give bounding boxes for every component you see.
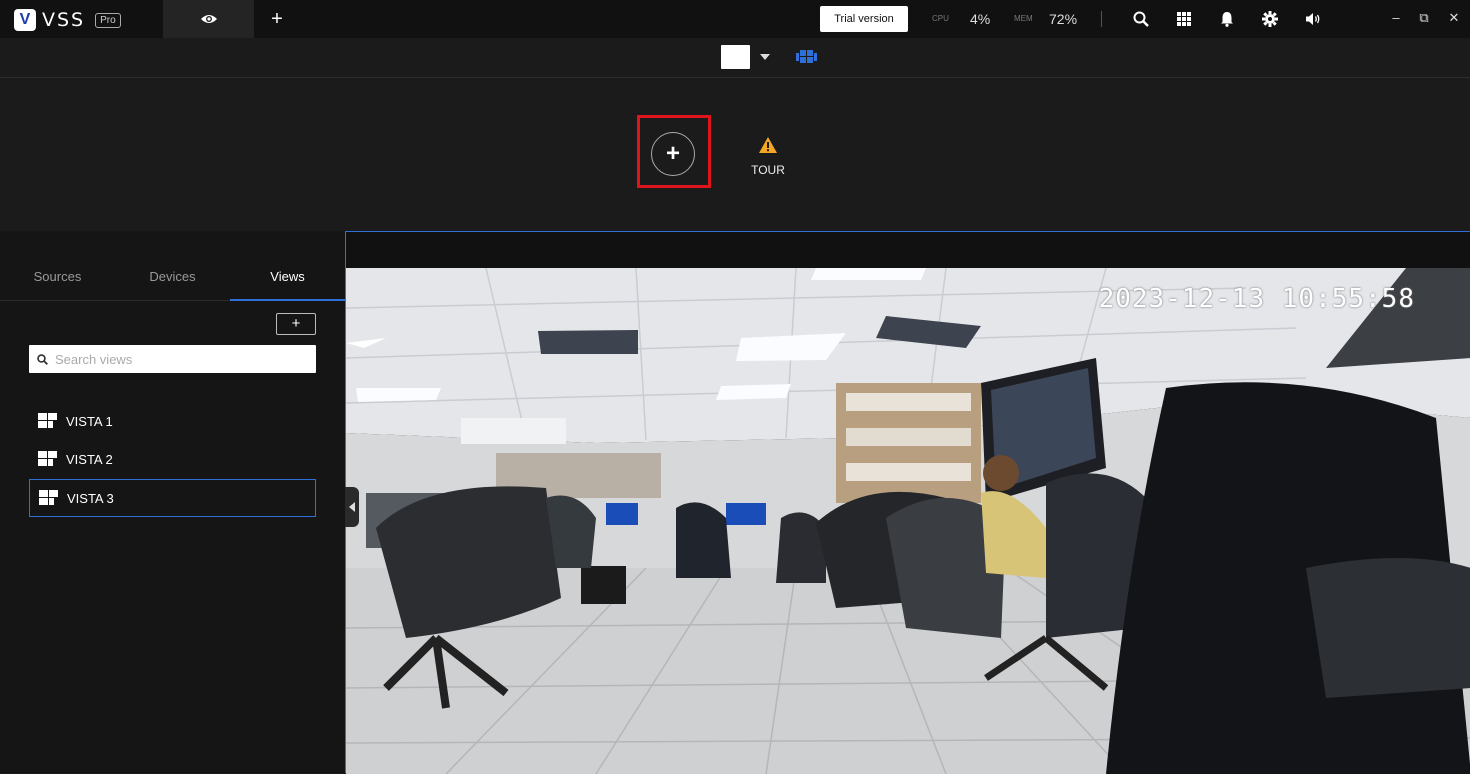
tab-sources[interactable]: Sources (0, 269, 115, 284)
layout-selector[interactable] (721, 45, 750, 69)
vivotek-logo-icon: V (14, 9, 36, 31)
camera-video-feed[interactable]: 2023-12-13 10:55:58 (346, 268, 1470, 774)
warning-icon (759, 137, 777, 153)
active-tab-indicator (230, 299, 345, 301)
tab-views[interactable]: Views (230, 269, 345, 284)
add-view-button[interactable]: + (651, 132, 695, 176)
trial-version-button[interactable]: Trial version (820, 6, 908, 32)
plus-icon: + (665, 140, 680, 167)
eye-icon (200, 15, 217, 23)
camera-tile-header (346, 232, 1470, 268)
mem-value: 72% (1049, 11, 1078, 27)
camera-timestamp: 2023-12-13 10:55:58 (1098, 284, 1415, 314)
view-item-vista-1[interactable]: VISTA 1 (29, 402, 316, 440)
tab-liveview[interactable] (163, 0, 254, 38)
app-logo: V VSS Pro (14, 9, 121, 31)
chevron-left-icon (349, 502, 355, 512)
top-bar: V VSS Pro + Trial version CPU 4% MEM 72% (0, 0, 1470, 38)
view-item-label: VISTA 1 (66, 413, 113, 429)
multi-layout-icon[interactable] (796, 50, 818, 64)
topbar-divider (1101, 11, 1102, 27)
view-layout-icon (39, 490, 58, 505)
tour-button[interactable]: TOUR (746, 136, 790, 177)
mem-label: MEM (1014, 14, 1033, 23)
view-item-vista-2[interactable]: VISTA 2 (29, 440, 316, 478)
cpu-value: 4% (970, 11, 991, 27)
empty-view-area: + TOUR (0, 78, 1470, 231)
search-icon (29, 353, 55, 365)
layout-toolbar (0, 38, 1470, 78)
view-layout-icon (38, 413, 57, 428)
view-layout-icon (38, 451, 57, 466)
view-item-label: VISTA 2 (66, 451, 113, 467)
view-item-vista-3[interactable]: VISTA 3 (29, 479, 316, 517)
apps-grid-icon[interactable] (1174, 9, 1194, 29)
tour-label: TOUR (751, 163, 785, 177)
edition-badge: Pro (95, 12, 121, 28)
view-item-label: VISTA 3 (67, 490, 114, 506)
bell-icon[interactable] (1217, 9, 1237, 29)
tab-devices[interactable]: Devices (115, 269, 230, 284)
search-icon[interactable] (1131, 9, 1151, 29)
add-view-small-button[interactable]: + (276, 313, 316, 335)
collapse-panel-button[interactable] (345, 487, 359, 527)
cpu-label: CPU (932, 14, 949, 23)
search-views-box[interactable] (29, 345, 316, 373)
left-panel: Sources Devices Views + VISTA 1 VISTA 2 … (0, 231, 345, 773)
close-button[interactable]: ✕ (1447, 10, 1461, 26)
search-views-input[interactable] (55, 351, 316, 367)
camera-tile[interactable]: 2023-12-13 10:55:58 (345, 231, 1470, 774)
minimize-button[interactable]: – (1389, 10, 1403, 25)
gear-icon[interactable] (1260, 9, 1280, 29)
add-tab-button[interactable]: + (264, 0, 290, 38)
app-name: VSS (42, 9, 86, 31)
restore-button[interactable]: ⧉ (1417, 10, 1431, 26)
chevron-down-icon[interactable] (760, 54, 770, 60)
office-scene-image (346, 268, 1470, 774)
volume-icon[interactable] (1303, 9, 1323, 29)
